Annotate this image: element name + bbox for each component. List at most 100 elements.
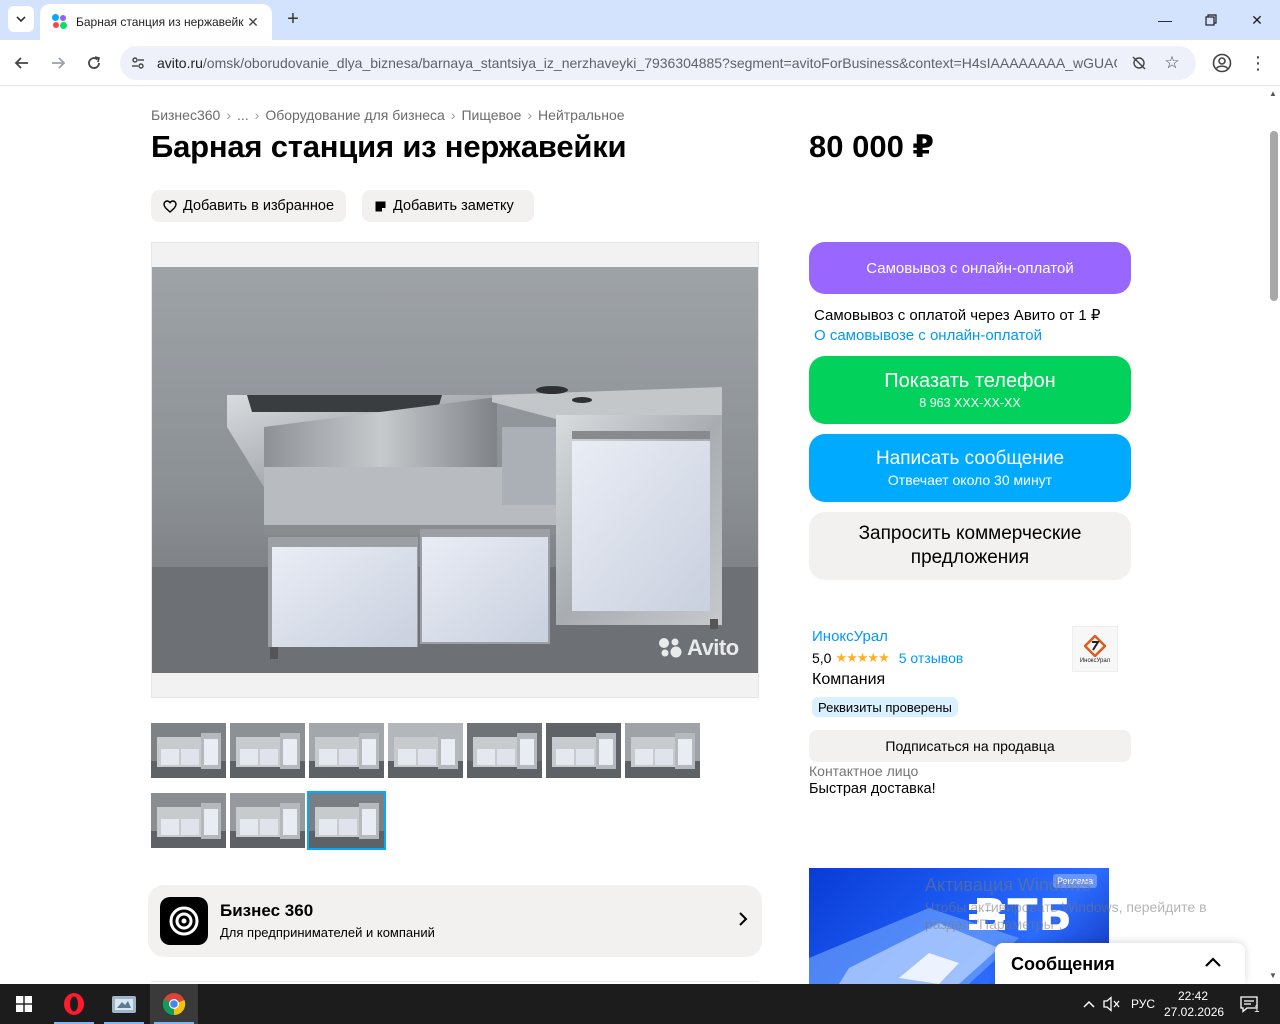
breadcrumb: Бизнес360 › ... › Оборудование для бизнеса… (151, 107, 625, 123)
thumbnail-image (467, 723, 542, 778)
listing-price: 80 000 ₽ (809, 129, 934, 164)
browser-menu-icon[interactable]: ⋮ (1249, 52, 1267, 74)
breadcrumb-item[interactable]: Пищевое (461, 107, 521, 123)
tray-chevron-up-icon[interactable] (1080, 984, 1098, 1024)
pickup-online-payment-button[interactable]: Самовывоз с онлайн-оплатой (809, 242, 1131, 294)
breadcrumb-item[interactable]: ... (237, 107, 249, 123)
add-to-favorites-button[interactable]: Добавить в избранное (151, 190, 347, 222)
seller-rating-value: 5,0 (812, 650, 832, 666)
response-time-label: Отвечает около 30 минут (887, 472, 1053, 488)
file-explorer-icon[interactable] (100, 984, 148, 1024)
start-windows-icon[interactable] (0, 984, 48, 1024)
avito-watermark: Avito (658, 635, 739, 661)
request-offers-label-line2: предложения (910, 547, 1030, 568)
scroll-down-icon[interactable]: ▼ (1268, 971, 1278, 981)
contact-person-label: Контактное лицо (809, 763, 919, 779)
gallery-thumbnail[interactable] (230, 793, 305, 848)
browser-tab-active[interactable]: Барная станция из нержавейки ✕ (40, 4, 272, 40)
request-offers-button[interactable]: Запросить коммерческие предложения (809, 512, 1131, 580)
business-360-title: Бизнес 360 (220, 901, 314, 920)
tab-title: Барная станция из нержавейки (76, 15, 244, 29)
gallery-thumbnail[interactable] (309, 723, 384, 778)
breadcrumb-item[interactable]: Оборудование для бизнеса (265, 107, 444, 123)
subscribe-seller-button[interactable]: Подписаться на продавца (809, 730, 1131, 762)
chevron-right-icon: › (527, 107, 533, 123)
tab-search-button[interactable] (8, 6, 34, 32)
seller-reviews-link[interactable]: 5 отзывов (899, 650, 964, 666)
seller-name-link[interactable]: ИноксУрал (812, 628, 888, 645)
thumbnail-image (309, 723, 384, 778)
gallery-thumbnail[interactable] (388, 723, 463, 778)
back-icon[interactable] (10, 51, 34, 75)
chevron-down-icon (16, 16, 26, 23)
add-note-button[interactable]: Добавить заметку (362, 190, 534, 222)
pickup-button-label: Самовывоз с онлайн-оплатой (866, 259, 1074, 277)
opera-browser-icon[interactable] (50, 984, 98, 1024)
avito-favicon-icon (52, 14, 68, 30)
write-message-label: Написать сообщение (875, 448, 1065, 469)
messages-panel[interactable]: Сообщения (995, 943, 1245, 984)
scroll-up-icon[interactable]: ▲ (1268, 89, 1278, 99)
rating-stars-icon: ★★★★★ (835, 650, 889, 665)
breadcrumb-item[interactable]: Бизнес360 (151, 107, 220, 123)
messages-panel-title: Сообщения (1011, 954, 1115, 974)
notifications-icon[interactable]: 1 (1234, 984, 1264, 1024)
seller-rating: 5,0 ★★★★★ 5 отзывов (812, 650, 963, 666)
thumbnail-image (309, 793, 384, 848)
gallery-thumbnail[interactable] (467, 723, 542, 778)
business-360-banner[interactable]: Бизнес 360 Для предпринимателей и компан… (148, 885, 762, 957)
add-to-favorites-label: Добавить в избранное (183, 198, 335, 214)
tracking-protection-icon[interactable] (1130, 54, 1148, 72)
show-phone-label: Показать телефон (884, 370, 1056, 392)
pickup-info-link[interactable]: О самовывозе с онлайн-оплатой (814, 327, 1042, 344)
avito-watermark-text: Avito (687, 635, 739, 660)
gallery-thumbnail[interactable] (625, 723, 700, 778)
gallery-thumbnail[interactable] (230, 723, 305, 778)
gallery-thumbnail[interactable] (151, 723, 226, 778)
url-text: avito.ru/omsk/oborudovanie_dlya_biznesa/… (157, 55, 1117, 71)
write-message-button[interactable]: Написать сообщение Отвечает около 30 мин… (809, 434, 1131, 502)
main-photo[interactable]: Avito (151, 242, 759, 698)
close-window-icon[interactable]: ✕ (1234, 0, 1280, 40)
scrollbar-thumb[interactable] (1270, 131, 1278, 301)
seller-logo-icon (1084, 634, 1106, 657)
heart-icon (163, 199, 177, 213)
business-360-subtitle: Для предпринимателей и компаний (220, 925, 435, 940)
clock-time: 22:42 (1177, 989, 1209, 1003)
gallery-thumbnail[interactable] (546, 723, 621, 778)
chevron-right-icon (738, 910, 748, 931)
page-content: Бизнес360 › ... › Оборудование для бизнеса… (0, 87, 1280, 984)
new-tab-icon[interactable]: + (282, 8, 304, 30)
restore-icon[interactable] (1188, 0, 1234, 40)
minimize-icon[interactable]: — (1142, 0, 1188, 40)
chevron-up-icon[interactable] (1201, 951, 1225, 975)
site-settings-icon[interactable] (130, 55, 146, 71)
forward-icon[interactable] (46, 51, 70, 75)
thumbnail-image (546, 723, 621, 778)
thumbnail-image (151, 793, 226, 848)
gallery-thumbnail[interactable] (151, 793, 226, 848)
clock[interactable]: 22:42 27.02.2026 (1164, 988, 1224, 1020)
reload-icon[interactable] (82, 51, 106, 75)
bookmark-star-icon[interactable]: ☆ (1163, 53, 1181, 72)
show-phone-button[interactable]: Показать телефон 8 963 XXX-XX-XX (809, 356, 1131, 424)
breadcrumb-item[interactable]: Нейтральное (538, 107, 624, 123)
chevron-right-icon: › (254, 107, 260, 123)
language-indicator[interactable]: РУС (1128, 984, 1158, 1024)
chevron-right-icon: › (226, 107, 231, 123)
listing-title: Барная станция из нержавейки (151, 129, 627, 164)
volume-muted-icon[interactable] (1101, 984, 1123, 1024)
page-scrollbar[interactable]: ▲ ▼ (1266, 87, 1280, 984)
tab-close-icon[interactable]: ✕ (244, 13, 262, 31)
chrome-browser-icon[interactable] (150, 984, 198, 1024)
note-icon (375, 201, 386, 211)
gallery-thumbnail[interactable] (307, 791, 386, 850)
add-note-label: Добавить заметку (393, 198, 514, 214)
contact-person-value: Быстрая доставка! (809, 781, 936, 797)
seller-type: Компания (812, 671, 886, 688)
phone-number-masked: 8 963 XXX-XX-XX (919, 396, 1021, 410)
vtb-stripes-icon (969, 904, 1005, 930)
seller-avatar[interactable]: ИноксУрал (1072, 626, 1118, 672)
address-bar[interactable]: avito.ru/omsk/oborudovanie_dlya_biznesa/… (120, 46, 1196, 80)
profile-icon[interactable] (1211, 52, 1233, 74)
